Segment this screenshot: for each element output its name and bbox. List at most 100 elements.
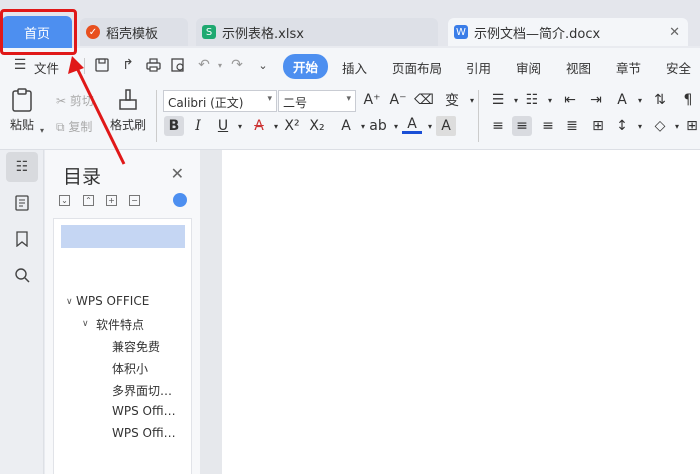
italic-icon[interactable]: I (188, 116, 208, 136)
increase-font-icon[interactable]: A⁺ (362, 90, 382, 110)
hamburger-icon[interactable]: ☰ (12, 57, 28, 73)
numbered-list-icon[interactable]: ☷ (522, 90, 542, 110)
chevron-down-icon[interactable]: ▾ (66, 57, 82, 73)
remove-heading-icon[interactable]: − (129, 195, 140, 206)
bullet-list-icon[interactable]: ☰ (488, 90, 508, 110)
borders-icon[interactable]: ⊞ (682, 116, 700, 136)
toc-item[interactable]: WPS Offi… (112, 404, 176, 418)
toc-item[interactable]: 多界面切… (112, 382, 172, 399)
text-direction-icon[interactable]: A (612, 90, 632, 110)
redo-icon[interactable]: ↷ (229, 57, 245, 73)
undo-icon[interactable]: ↶ (196, 57, 212, 73)
underline-dropdown-icon[interactable]: ▾ (230, 116, 250, 136)
close-icon[interactable]: ✕ (171, 164, 184, 183)
spreadsheet-icon: S (202, 25, 216, 39)
output-icon[interactable]: ↱ (120, 57, 136, 73)
print-preview-icon[interactable] (170, 57, 186, 73)
font-size-select[interactable]: 二号 ▾ (278, 90, 356, 112)
numbered-list-dropdown-icon[interactable]: ▾ (540, 90, 560, 110)
tab-template[interactable]: ✓ 稻壳模板 (80, 18, 188, 46)
align-center-icon[interactable]: ≡ (512, 116, 532, 136)
menu-reference[interactable]: 引用 (466, 58, 491, 77)
word-doc-icon: W (454, 25, 468, 39)
collapse-all-icon[interactable]: ⌄ (59, 195, 70, 206)
toc-list-icon[interactable]: ☷ (6, 152, 38, 182)
paste-dropdown-icon[interactable]: ▾ (40, 126, 44, 135)
sort-icon[interactable]: ⇅ (650, 90, 670, 110)
char-shading-icon[interactable]: A (436, 116, 456, 136)
line-spacing-dropdown-icon[interactable]: ▾ (630, 116, 650, 136)
highlight-icon[interactable]: ab (368, 116, 388, 136)
close-tab-icon[interactable]: ✕ (669, 25, 680, 40)
tab-home-label: 首页 (23, 26, 50, 42)
font-color-icon[interactable]: A (402, 116, 422, 134)
line-spacing-icon[interactable]: ↕ (612, 116, 632, 136)
format-painter-button[interactable]: 格式刷 (110, 88, 146, 133)
format-painter-icon (119, 89, 137, 110)
menu-file[interactable]: 文件 (34, 58, 59, 77)
decrease-font-icon[interactable]: A⁻ (388, 90, 408, 110)
menu-security[interactable]: 安全 (666, 58, 691, 77)
chevron-down-icon[interactable]: ∨ (66, 297, 73, 307)
docer-logo-icon: ✓ (86, 25, 100, 39)
menu-chapter[interactable]: 章节 (616, 58, 641, 77)
scissors-icon: ✂ (56, 94, 67, 108)
menu-start[interactable]: 开始 (283, 54, 329, 79)
toc-toggle-icon[interactable] (173, 193, 187, 207)
tab-spreadsheet-label: 示例表格.xlsx (222, 26, 304, 42)
tab-template-label: 稻壳模板 (106, 26, 159, 42)
toc-item[interactable]: 软件特点 (96, 316, 144, 333)
tab-home[interactable]: 首页 (2, 16, 72, 48)
clipboard-icon (12, 88, 32, 112)
toc-item[interactable]: 体积小 (112, 360, 148, 377)
toc-item[interactable]: WPS OFFICE (76, 294, 149, 308)
menu-insert[interactable]: 插入 (342, 58, 367, 77)
paste-button[interactable]: 粘贴 (10, 88, 34, 133)
toc-item[interactable]: WPS Offi… (112, 426, 176, 440)
expand-up-icon[interactable]: ⌃ (83, 195, 94, 206)
menu-divider (84, 58, 85, 74)
ribbon-toolbar: 粘贴 ▾ ✂ 剪切 ⧉ 复制 格式刷 Calibri (正文) ▾ 二号 ▾ A… (0, 84, 700, 150)
customize-toolbar-icon[interactable]: ⌄ (255, 57, 271, 73)
align-left-icon[interactable]: ≡ (488, 116, 508, 136)
cut-button[interactable]: ✂ 剪切 (56, 92, 94, 109)
clear-format-icon[interactable]: ⌫ (414, 90, 434, 110)
chevron-down-icon: ▾ (267, 94, 272, 104)
tab-spreadsheet[interactable]: S 示例表格.xlsx (196, 18, 438, 46)
bookmark-icon[interactable] (6, 224, 38, 254)
document-outline-icon[interactable] (6, 188, 38, 218)
undo-dropdown-icon[interactable]: ▾ (212, 57, 228, 73)
font-name-select[interactable]: Calibri (正文) ▾ (163, 90, 277, 112)
menu-review[interactable]: 审阅 (516, 58, 541, 77)
copy-label: 复制 (68, 120, 93, 134)
menu-layout[interactable]: 页面布局 (392, 58, 442, 77)
paste-label: 粘贴 (10, 118, 35, 132)
text-direction-dropdown-icon[interactable]: ▾ (630, 90, 650, 110)
toc-item[interactable]: 兼容免费 (112, 338, 160, 355)
justify-icon[interactable]: ≣ (562, 116, 582, 136)
align-right-icon[interactable]: ≡ (538, 116, 558, 136)
distributed-icon[interactable]: ⊞ (588, 116, 608, 136)
chevron-down-icon[interactable]: ∨ (82, 319, 89, 329)
ribbon-divider (156, 90, 157, 142)
tab-bar: 首页 ✓ 稻壳模板 S 示例表格.xlsx W 示例文档—简介.docx ✕ (0, 0, 700, 48)
save-icon[interactable] (94, 57, 110, 73)
format-painter-label: 格式刷 (110, 118, 147, 132)
tab-document[interactable]: W 示例文档—简介.docx ✕ (448, 18, 688, 46)
document-page[interactable] (222, 150, 700, 474)
print-icon[interactable] (145, 57, 161, 73)
increase-indent-icon[interactable]: ⇥ (586, 90, 606, 110)
decrease-indent-icon[interactable]: ⇤ (560, 90, 580, 110)
toc-selected-highlight (61, 225, 185, 248)
add-heading-icon[interactable]: + (106, 195, 117, 206)
find-icon[interactable] (6, 260, 38, 290)
superscript-icon[interactable]: X² (282, 116, 302, 136)
menu-view[interactable]: 视图 (566, 58, 591, 77)
left-navigation-rail: ☷ (0, 150, 44, 474)
copy-button[interactable]: ⧉ 复制 (56, 118, 92, 135)
phonetic-dropdown-icon[interactable]: ▾ (462, 90, 482, 110)
bold-icon[interactable]: B (164, 116, 184, 136)
phonetic-guide-icon[interactable]: 变 (442, 90, 462, 110)
subscript-icon[interactable]: X₂ (307, 116, 327, 136)
show-marks-icon[interactable]: ¶ (678, 90, 698, 110)
